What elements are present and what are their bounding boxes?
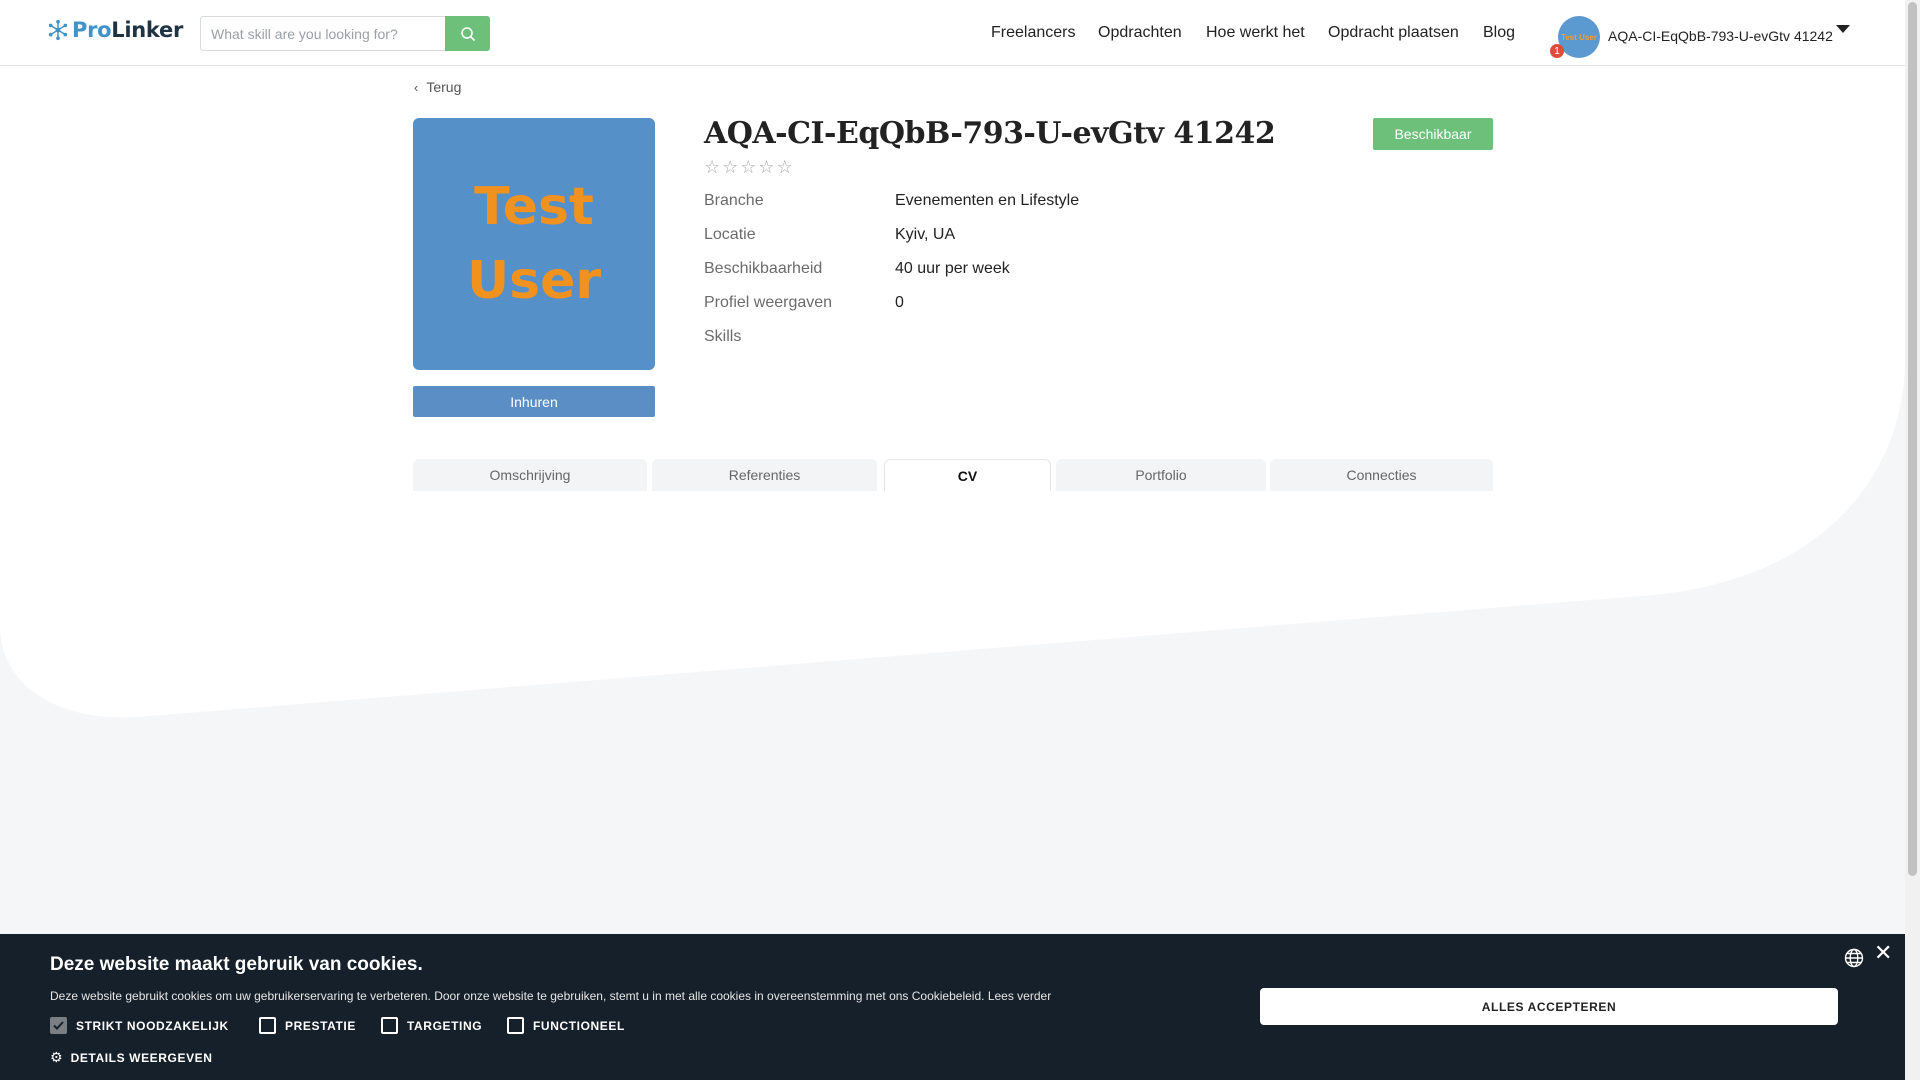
star-icon: ☆ bbox=[704, 157, 721, 177]
tab-omschrijving[interactable]: Omschrijving bbox=[413, 459, 647, 491]
cookie-description: Deze website gebruikt cookies om uw gebr… bbox=[50, 989, 985, 1003]
cookie-option-label: PRESTATIE bbox=[285, 1018, 356, 1033]
close-icon[interactable]: ✕ bbox=[1874, 942, 1892, 964]
photo-text-line2: User bbox=[466, 251, 602, 311]
availability-badge[interactable]: Beschikbaar bbox=[1373, 118, 1493, 150]
cookie-option-targeting[interactable]: TARGETING bbox=[381, 1017, 482, 1034]
checkbox[interactable] bbox=[507, 1017, 524, 1034]
nav-opdrachten[interactable]: Opdrachten bbox=[1098, 24, 1182, 42]
cookie-banner: Deze website maakt gebruik van cookies. … bbox=[0, 934, 1905, 1080]
page-scrollbar[interactable] bbox=[1905, 0, 1920, 1080]
back-label: Terug bbox=[426, 79, 462, 95]
cookie-option-strictly-necessary[interactable]: STRIKT NOODZAKELIJK bbox=[50, 1017, 229, 1034]
profile-tabs: Omschrijving Referenties CV Portfolio Co… bbox=[413, 459, 1493, 491]
hire-button[interactable]: Inhuren bbox=[413, 386, 655, 417]
checkbox[interactable] bbox=[381, 1017, 398, 1034]
cookie-text: Deze website gebruikt cookies om uw gebr… bbox=[50, 989, 1051, 1003]
star-icon: ☆ bbox=[740, 157, 757, 177]
cookie-option-label: STRIKT NOODZAKELIJK bbox=[76, 1018, 229, 1033]
cookie-option-label: FUNCTIONEEL bbox=[533, 1018, 625, 1033]
detail-label: Profiel weergaven bbox=[704, 294, 833, 311]
tab-cv[interactable]: CV bbox=[884, 459, 1051, 491]
checkmark-icon bbox=[53, 1021, 64, 1030]
logo-text-pro: Pro bbox=[72, 18, 112, 42]
tab-referenties[interactable]: Referenties bbox=[652, 459, 877, 491]
search-input[interactable] bbox=[200, 16, 445, 51]
profile-page: ‹ Terug Test User Inhuren AQA-CI-EqQbB-7… bbox=[0, 0, 1905, 1080]
star-icon: ☆ bbox=[776, 157, 793, 177]
search-button[interactable] bbox=[445, 16, 490, 51]
nav-blog[interactable]: Blog bbox=[1483, 24, 1515, 42]
cookie-title: Deze website maakt gebruik van cookies. bbox=[50, 954, 423, 975]
cookie-option-functional[interactable]: FUNCTIONEEL bbox=[507, 1017, 625, 1034]
gear-icon: ⚙ bbox=[50, 1049, 63, 1065]
cookie-option-label: TARGETING bbox=[407, 1018, 483, 1033]
tab-connecties[interactable]: Connecties bbox=[1270, 459, 1493, 491]
star-icon: ☆ bbox=[758, 157, 775, 177]
detail-label: Beschikbaarheid bbox=[704, 260, 823, 277]
globe-icon[interactable] bbox=[1844, 948, 1864, 968]
nav-opdracht-plaatsen[interactable]: Opdracht plaatsen bbox=[1328, 24, 1459, 42]
chevron-down-icon[interactable] bbox=[1836, 25, 1850, 33]
search-icon bbox=[460, 26, 475, 41]
tab-portfolio[interactable]: Portfolio bbox=[1056, 459, 1266, 491]
tab-panel-cv bbox=[413, 491, 1493, 540]
star-icon: ☆ bbox=[722, 157, 739, 177]
top-header: ProLinker Freelancers Opdrachten Hoe wer… bbox=[0, 0, 1905, 66]
details-label: DETAILS WEERGEVEN bbox=[70, 1050, 213, 1065]
cookie-details-toggle[interactable]: ⚙ DETAILS WEERGEVEN bbox=[50, 1049, 213, 1066]
detail-value: 40 uur per week bbox=[895, 260, 1010, 277]
scrollbar-thumb[interactable] bbox=[1908, 2, 1917, 876]
prolinker-logo[interactable]: ProLinker bbox=[47, 18, 183, 42]
user-avatar-menu[interactable]: Test User 1 bbox=[1550, 16, 1600, 58]
nav-hoe-werkt-het[interactable]: Hoe werkt het bbox=[1206, 24, 1305, 42]
chevron-left-icon: ‹ bbox=[414, 79, 419, 95]
profile-photo: Test User bbox=[413, 118, 655, 370]
notification-badge[interactable]: 1 bbox=[1550, 44, 1564, 58]
detail-value: Kyiv, UA bbox=[895, 226, 956, 243]
avatar: Test User bbox=[1558, 16, 1600, 58]
detail-label: Branche bbox=[704, 192, 764, 209]
profile-name: AQA-CI-EqQbB-793-U-evGtv 41242 bbox=[704, 116, 1276, 151]
cookie-option-performance[interactable]: PRESTATIE bbox=[259, 1017, 356, 1034]
back-link[interactable]: ‹ Terug bbox=[414, 79, 461, 95]
checkbox[interactable] bbox=[259, 1017, 276, 1034]
nav-freelancers[interactable]: Freelancers bbox=[991, 24, 1075, 42]
accept-all-cookies-button[interactable]: ALLES ACCEPTEREN bbox=[1260, 988, 1838, 1025]
detail-value: Evenementen en Lifestyle bbox=[895, 192, 1080, 209]
cookie-read-more-link[interactable]: Lees verder bbox=[988, 989, 1051, 1003]
detail-label: Skills bbox=[704, 328, 742, 345]
checkbox-checked[interactable] bbox=[50, 1017, 67, 1034]
logo-text-linker: Linker bbox=[111, 18, 184, 42]
detail-label: Locatie bbox=[704, 226, 756, 243]
rating-stars: ☆ ☆ ☆ ☆ ☆ bbox=[704, 158, 793, 176]
user-name[interactable]: AQA-CI-EqQbB-793-U-evGtv 41242 bbox=[1608, 28, 1833, 44]
photo-text-line1: Test bbox=[474, 177, 594, 237]
skill-search bbox=[200, 16, 490, 51]
network-logo-icon bbox=[48, 19, 68, 41]
avatar-text: Test User bbox=[1561, 32, 1597, 42]
detail-value: 0 bbox=[895, 294, 904, 311]
